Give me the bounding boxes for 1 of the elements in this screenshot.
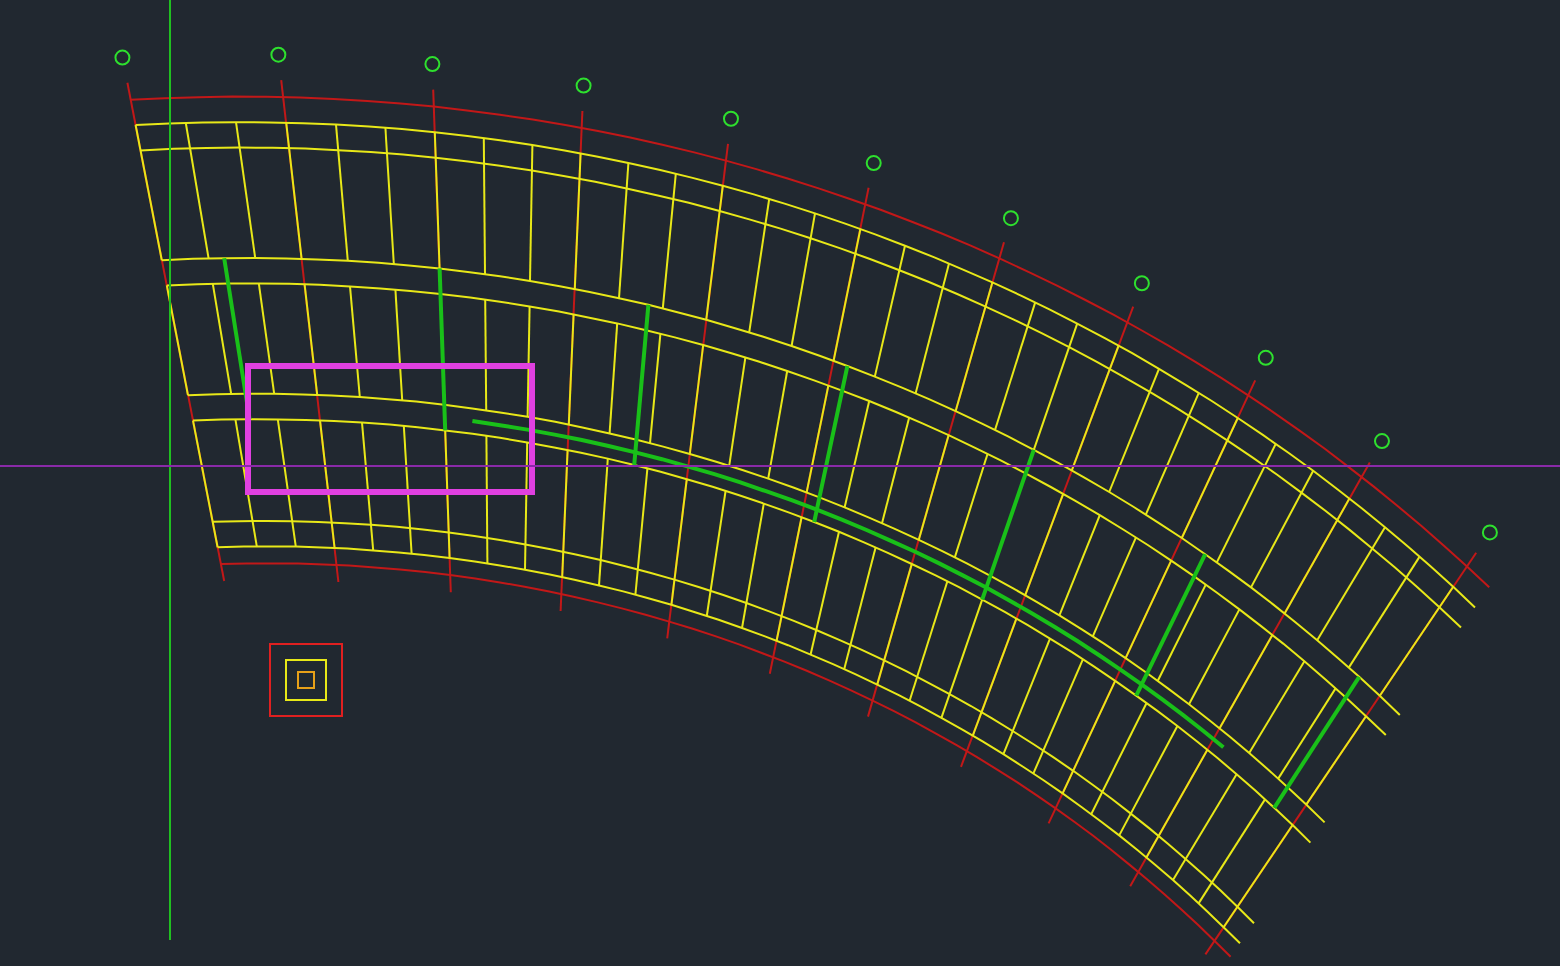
detail-drawing: [269, 643, 343, 717]
